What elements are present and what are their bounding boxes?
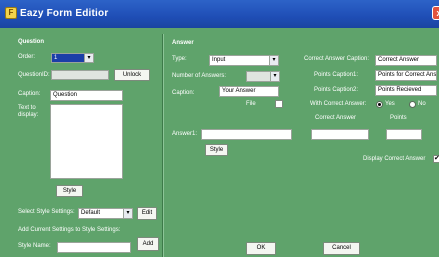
- chevron-down-icon: ▾: [84, 54, 93, 62]
- answer-caption-label: Caption:: [172, 90, 195, 96]
- answer-style-button[interactable]: Style: [205, 144, 228, 156]
- style-select-value: Default: [81, 210, 101, 216]
- answer-section-title: Answer: [172, 40, 194, 46]
- answer-panel: Answer Type: Input ▾ Number of Answers: …: [163, 34, 439, 257]
- chevron-down-icon: ▾: [270, 72, 279, 81]
- style-name-field[interactable]: [57, 242, 131, 253]
- with-correct-label: With Correct Answer:: [310, 101, 367, 107]
- window-title: Eazy Form Editior: [20, 8, 109, 19]
- edit-style-button[interactable]: Edit: [137, 207, 157, 220]
- correct-answer1-field[interactable]: [311, 129, 369, 140]
- style-name-label: Style Name:: [18, 243, 51, 249]
- answer1-field[interactable]: [201, 129, 292, 140]
- order-value: 1: [54, 55, 58, 61]
- points1-field[interactable]: [386, 129, 422, 140]
- text-to-display-area[interactable]: [50, 104, 123, 179]
- style-select[interactable]: Default ▾: [78, 208, 133, 219]
- title-bar: F Eazy Form Editior x: [0, 0, 439, 28]
- question-id-field[interactable]: [51, 70, 109, 80]
- num-answers-select[interactable]: ▾: [246, 71, 280, 82]
- ok-button[interactable]: OK: [246, 242, 276, 255]
- select-style-label: Select Style Settings:: [18, 209, 75, 215]
- file-checkbox[interactable]: [275, 100, 283, 108]
- points-caption1-label: Points Caption1:: [314, 72, 359, 78]
- cancel-button[interactable]: Cancel: [323, 242, 360, 255]
- points-column-header: Points: [390, 115, 407, 121]
- points-caption2-label: Points Caption2:: [314, 87, 359, 93]
- points-caption2-field[interactable]: Points Recieved: [375, 85, 437, 96]
- type-value: Input: [212, 57, 226, 63]
- order-label: Order:: [18, 54, 36, 60]
- correct-answer-column-header: Correct Answer: [315, 115, 357, 121]
- question-panel: Question Order: 1 ▾ QuestionID: Unlock C…: [13, 34, 163, 257]
- type-label: Type:: [172, 56, 187, 62]
- correct-caption-field[interactable]: Correct Answer: [375, 55, 437, 66]
- add-settings-label: Add Current Settings to Style Settings:: [18, 227, 121, 233]
- answer-caption-field[interactable]: Your Answer: [219, 86, 279, 97]
- yes-radio[interactable]: [376, 101, 383, 108]
- question-style-button[interactable]: Style: [56, 185, 83, 197]
- chevron-down-icon: ▾: [269, 56, 278, 65]
- chevron-down-icon: ▾: [123, 209, 132, 218]
- question-section-title: Question: [18, 39, 45, 45]
- app-icon: F: [5, 7, 17, 19]
- no-label: No: [418, 101, 426, 107]
- caption-field[interactable]: Question: [50, 90, 123, 101]
- add-style-button[interactable]: Add: [137, 237, 159, 251]
- display-correct-checkbox[interactable]: [433, 154, 439, 163]
- correct-caption-label: Correct Answer Caption:: [304, 56, 370, 62]
- file-label: File: [246, 101, 256, 107]
- num-answers-label: Number of Answers:: [172, 73, 227, 79]
- no-radio[interactable]: [409, 101, 416, 108]
- display-correct-label: Display Correct Answer: [363, 156, 426, 162]
- question-id-label: QuestionID:: [18, 72, 50, 78]
- close-button[interactable]: x: [432, 6, 439, 20]
- text-to-display-label: Text to display:: [18, 105, 39, 118]
- unlock-button[interactable]: Unlock: [114, 69, 150, 81]
- type-select[interactable]: Input ▾: [209, 55, 279, 66]
- answer1-label: Answer1:: [172, 131, 198, 137]
- points-caption1-field[interactable]: Points for Correct Answ: [375, 70, 437, 81]
- order-select[interactable]: 1 ▾: [51, 53, 94, 63]
- caption-label: Caption:: [18, 91, 41, 97]
- yes-label: Yes: [385, 101, 395, 107]
